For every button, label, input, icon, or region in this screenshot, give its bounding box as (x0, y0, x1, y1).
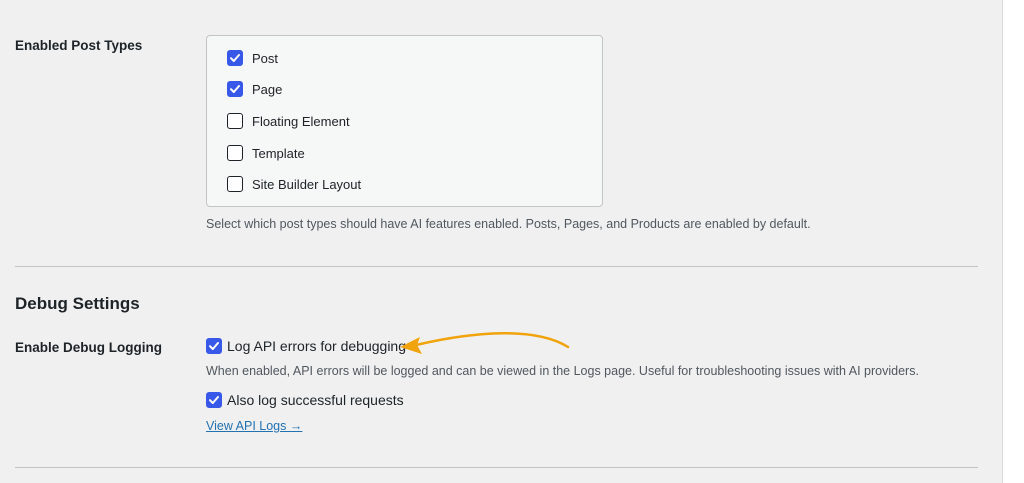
debug-logging-label: Enable Debug Logging (15, 340, 162, 355)
post-type-option-label: Floating Element (252, 113, 350, 129)
view-api-logs-link[interactable]: View API Logs → (206, 419, 302, 433)
log-api-errors-description: When enabled, API errors will be logged … (206, 364, 919, 378)
log-api-errors-option[interactable]: Log API errors for debugging (206, 338, 406, 354)
post-types-box: Post Page Floating Element Template Site… (206, 35, 603, 207)
log-successful-requests-option[interactable]: Also log successful requests (206, 392, 404, 408)
checkbox-unchecked-icon[interactable] (227, 145, 243, 161)
checkbox-unchecked-icon[interactable] (227, 113, 243, 129)
checkbox-unchecked-icon[interactable] (227, 176, 243, 192)
log-api-errors-label: Log API errors for debugging (227, 338, 407, 354)
post-type-option-label: Template (252, 145, 305, 161)
post-types-description: Select which post types should have AI f… (206, 217, 811, 231)
post-types-label: Enabled Post Types (15, 38, 143, 53)
section-divider (15, 266, 978, 267)
page-right-edge (1002, 0, 1024, 483)
checkbox-checked-icon[interactable] (206, 392, 222, 408)
post-type-option-site-builder-layout[interactable]: Site Builder Layout (227, 176, 361, 192)
post-type-option-label: Post (252, 50, 279, 66)
post-type-option-label: Page (252, 81, 283, 97)
checkbox-checked-icon[interactable] (206, 338, 222, 354)
checkbox-checked-icon[interactable] (227, 81, 243, 97)
post-type-option-post[interactable]: Post (227, 50, 278, 66)
debug-settings-title: Debug Settings (15, 294, 140, 313)
checkbox-checked-icon[interactable] (227, 50, 243, 66)
post-type-option-template[interactable]: Template (227, 145, 305, 161)
post-type-option-page[interactable]: Page (227, 81, 282, 97)
section-divider (15, 467, 978, 468)
post-type-option-floating-element[interactable]: Floating Element (227, 113, 350, 129)
log-successful-requests-label: Also log successful requests (227, 392, 404, 408)
annotation-arrow-icon (400, 332, 570, 354)
post-type-option-label: Site Builder Layout (252, 176, 362, 192)
